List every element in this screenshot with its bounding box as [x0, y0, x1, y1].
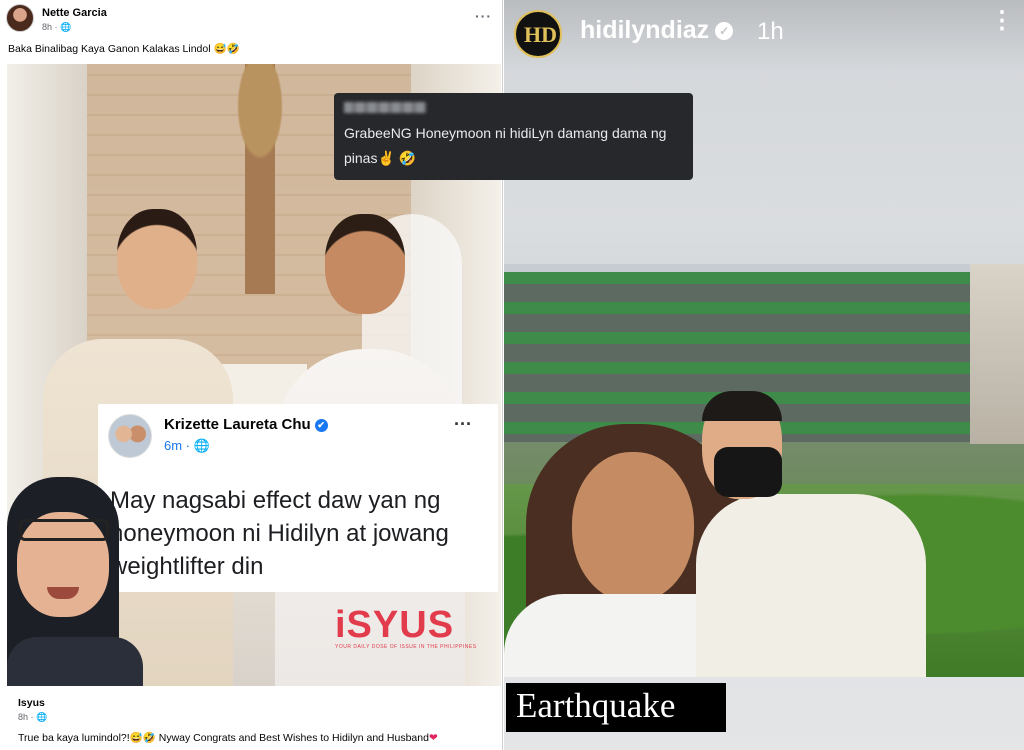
- comment-text: GrabeeNG Honeymoon ni hidiLyn damang dam…: [344, 125, 667, 166]
- watermark-tagline: YOUR DAILY DOSE OF ISSUE IN THE PHILIPPI…: [335, 644, 477, 650]
- poster-name[interactable]: Nette Garcia: [42, 7, 107, 19]
- glasses-icon: [19, 519, 109, 541]
- post-timestamp[interactable]: 8h · 🌐: [42, 22, 71, 33]
- story-header: HD hidilyndiaz ✓ 1h ⋮: [504, 0, 1024, 70]
- verified-badge-icon: ✔: [314, 419, 328, 432]
- blurred-username: [344, 102, 426, 113]
- screenshot-collage: Nette Garcia 8h · 🌐 ··· Baka Binalibag K…: [0, 0, 1024, 750]
- poster-avatar[interactable]: [6, 4, 34, 32]
- man: [696, 494, 926, 677]
- comment-screenshot: GrabeeNG Honeymoon ni hidiLyn damang dam…: [334, 93, 693, 180]
- card-timestamp[interactable]: 6m · 🌐: [164, 438, 210, 454]
- crying-man-image: [7, 477, 143, 686]
- selfie-photo: [504, 264, 1024, 677]
- footer-text-body: True ba kaya lumindol?!😅🤣 Nyway Congrats…: [18, 732, 429, 744]
- footer-text: True ba kaya lumindol?!😅🤣 Nyway Congrats…: [18, 731, 438, 744]
- card-author-name[interactable]: Krizette Laureta Chu: [164, 416, 311, 433]
- verified-icon: ✓: [715, 22, 734, 40]
- post-caption: Baka Binalibag Kaya Ganon Kalakas Lindol…: [8, 43, 240, 55]
- isyus-watermark: iSYUS YOUR DAILY DOSE OF ISSUE IN THE PH…: [335, 606, 490, 650]
- footer-timestamp[interactable]: 8h · 🌐: [18, 712, 47, 723]
- kebab-menu-icon[interactable]: ⋮: [990, 9, 1014, 33]
- card-text: May nagsabi effect daw yan ng honeymoon …: [110, 487, 449, 580]
- card-more-icon[interactable]: ···: [454, 414, 472, 435]
- earthquake-text: Earthquake: [516, 686, 676, 725]
- footer-author[interactable]: Isyus: [18, 697, 45, 709]
- face-mask: [714, 447, 782, 497]
- heart-icon: ❤: [428, 732, 438, 744]
- story-time: 1h: [757, 18, 784, 45]
- earthquake-label: Earthquake: [506, 683, 726, 732]
- hd-logo-icon: HD: [524, 22, 557, 47]
- woman: [572, 452, 694, 602]
- post-header: Nette Garcia 8h · 🌐 ···: [6, 4, 500, 36]
- card-avatar[interactable]: [108, 414, 152, 458]
- watermark-brand: iSYUS: [335, 604, 455, 646]
- embedded-post-card[interactable]: Krizette Laureta Chu ✔ 6m · 🌐 ··· May nag…: [98, 404, 498, 592]
- story-username[interactable]: hidilyndiaz: [580, 16, 709, 44]
- more-options-icon[interactable]: ···: [475, 8, 492, 24]
- story-avatar[interactable]: HD: [514, 10, 562, 58]
